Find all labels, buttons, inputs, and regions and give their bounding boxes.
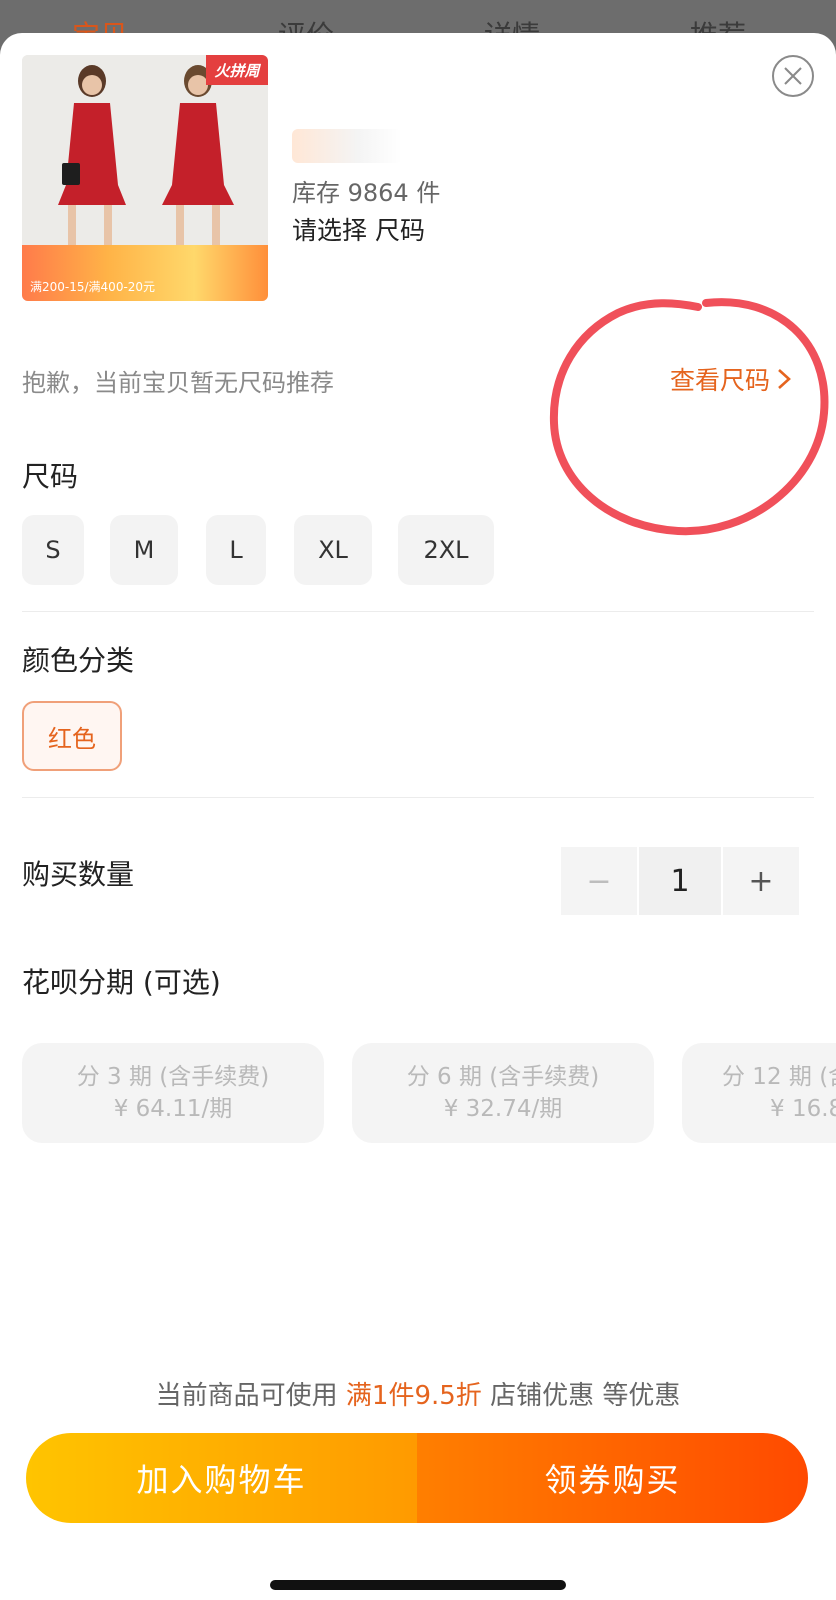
- quantity-stepper: − 1 +: [561, 847, 799, 915]
- promotion-prefix: 当前商品可使用: [155, 1381, 346, 1411]
- size-option-m[interactable]: M: [110, 515, 178, 585]
- installment-label: 分 12 期 (含: [722, 1064, 836, 1090]
- selection-hint: 请选择 尺码: [292, 216, 425, 245]
- size-recommend-message: 抱歉，当前宝贝暂无尺码推荐: [22, 369, 334, 397]
- coupon-buy-button[interactable]: 领券购买: [417, 1433, 808, 1523]
- size-option-s[interactable]: S: [22, 515, 84, 585]
- divider: [22, 797, 814, 798]
- size-option-xl[interactable]: XL: [294, 515, 372, 585]
- add-to-cart-button[interactable]: 加入购物车: [26, 1433, 417, 1523]
- installment-label: 分 6 期 (含手续费): [406, 1064, 600, 1090]
- price-redacted: [292, 129, 402, 163]
- promo-badge: 火拼周: [206, 55, 268, 85]
- installment-option-3[interactable]: 分 3 期 (含手续费) ¥ 64.11/期: [22, 1043, 324, 1143]
- promo-banner-text: 满200-15/满400-20元: [30, 280, 156, 294]
- quantity-title: 购买数量: [22, 858, 135, 891]
- installment-label: 分 3 期 (含手续费): [76, 1064, 270, 1090]
- installment-amount: ¥ 32.74/期: [443, 1096, 563, 1122]
- product-thumbnail[interactable]: 火拼周 满200-15/满400-20元: [22, 55, 268, 301]
- size-option-2xl[interactable]: 2XL: [398, 515, 494, 585]
- installment-title: 花呗分期 (可选): [22, 966, 221, 999]
- promotion-highlight[interactable]: 满1件9.5折: [346, 1381, 482, 1411]
- stock-count: 库存 9864 件: [292, 179, 441, 207]
- installment-amount: ¥ 16.8: [770, 1096, 836, 1122]
- action-buttons: 加入购物车 领券购买: [26, 1433, 808, 1523]
- increment-button[interactable]: +: [723, 847, 799, 915]
- size-option-l[interactable]: L: [206, 515, 266, 585]
- annotation-circle: [549, 298, 829, 536]
- sku-selector-sheet: 火拼周 满200-15/满400-20元 库存 9864 件 请选择 尺码 抱歉…: [0, 33, 836, 1600]
- installment-amount: ¥ 64.11/期: [113, 1096, 233, 1122]
- installment-option-12[interactable]: 分 12 期 (含 ¥ 16.8: [682, 1043, 836, 1143]
- decrement-button[interactable]: −: [561, 847, 637, 915]
- color-option-red[interactable]: 红色: [22, 701, 122, 771]
- color-section-title: 颜色分类: [22, 644, 135, 677]
- promotion-info: 当前商品可使用 满1件9.5折 店铺优惠 等优惠: [0, 1375, 836, 1412]
- quantity-value[interactable]: 1: [639, 847, 721, 915]
- home-indicator: [270, 1580, 566, 1590]
- close-button[interactable]: [772, 55, 814, 97]
- installment-option-6[interactable]: 分 6 期 (含手续费) ¥ 32.74/期: [352, 1043, 654, 1143]
- close-icon: [784, 67, 802, 85]
- divider: [22, 611, 814, 612]
- size-section-title: 尺码: [22, 460, 79, 493]
- promotion-suffix: 店铺优惠 等优惠: [481, 1381, 681, 1411]
